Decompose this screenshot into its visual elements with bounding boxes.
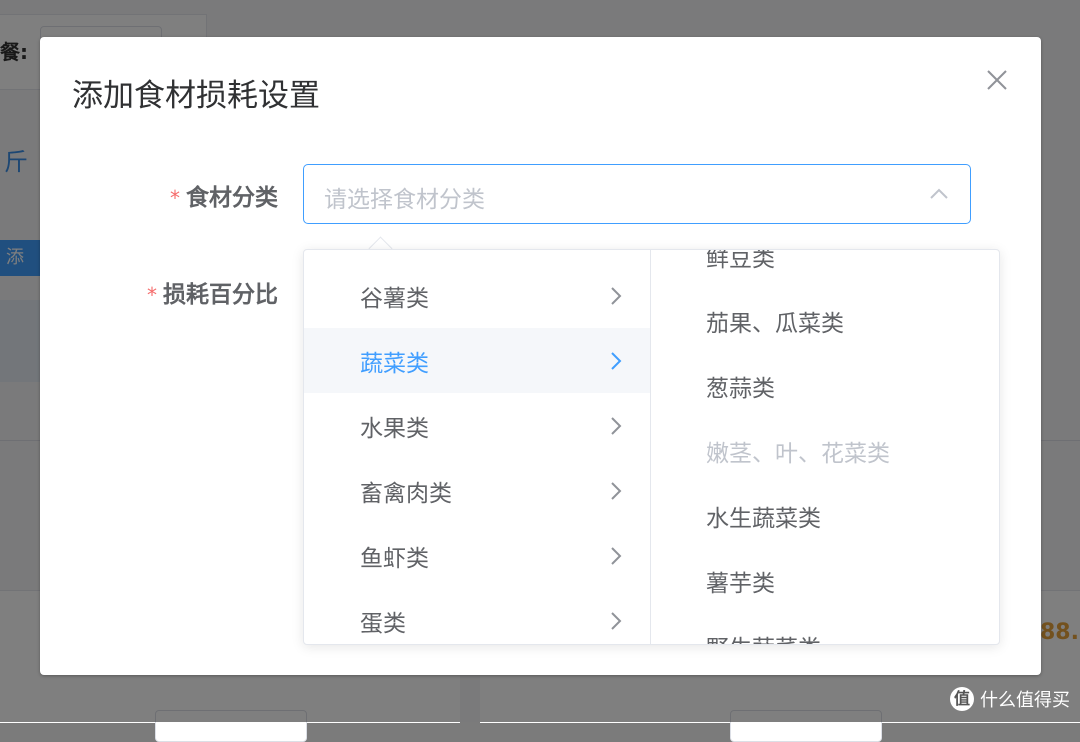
cascader-subitem[interactable]: 茄果、瓜菜类: [651, 288, 999, 353]
cascader-item-label: 畜禽肉类: [360, 481, 452, 507]
cascader-subitem-label: 水生蔬菜类: [706, 506, 821, 532]
cascader-item-label: 谷薯类: [360, 286, 429, 312]
cascader-item-fruits[interactable]: 水果类: [304, 393, 650, 458]
cascader-subitem-label: 鲜豆类: [706, 250, 775, 272]
category-label-text: 食材分类: [186, 185, 278, 211]
cascader-subitem-label: 葱蒜类: [706, 376, 775, 402]
chevron-right-icon: [611, 612, 622, 630]
cascader-subitem[interactable]: 野生蔬菜类: [651, 613, 999, 644]
chevron-right-icon: [611, 352, 622, 370]
chevron-right-icon: [611, 417, 622, 435]
chevron-right-icon: [611, 287, 622, 305]
loss-field-label: * 损耗百分比: [147, 275, 278, 309]
watermark: 值 什么值得买: [950, 686, 1070, 712]
watermark-text: 什么值得买: [980, 690, 1070, 711]
cascader-item-vegetables[interactable]: 蔬菜类: [304, 328, 650, 393]
cascader-subitem[interactable]: 水生蔬菜类: [651, 483, 999, 548]
category-field-label: * 食材分类: [170, 178, 278, 212]
cascader-menu-level1[interactable]: 谷薯类 蔬菜类 水果类 畜禽肉类 鱼虾类 蛋类: [304, 250, 651, 644]
close-icon-glyph: [987, 70, 1007, 90]
cascader-item-grains[interactable]: 谷薯类: [304, 263, 650, 328]
cascader-subitem-label: 嫩茎、叶、花菜类: [706, 441, 890, 467]
watermark-logo: 值: [950, 687, 974, 711]
close-icon[interactable]: [982, 67, 1012, 97]
cascader-item-meat[interactable]: 畜禽肉类: [304, 458, 650, 523]
category-select[interactable]: 请选择食材分类: [303, 164, 971, 224]
cascader-item-label: 蛋类: [360, 611, 406, 637]
loss-label-text: 损耗百分比: [163, 282, 278, 308]
chevron-right-icon: [611, 482, 622, 500]
cascader-item-eggs[interactable]: 蛋类: [304, 588, 650, 644]
cascader-item-fish-shrimp[interactable]: 鱼虾类: [304, 523, 650, 588]
category-cascader-dropdown: 谷薯类 蔬菜类 水果类 畜禽肉类 鱼虾类 蛋类 鲜豆类 茄果、瓜菜类 葱蒜类 嫩…: [303, 249, 1000, 645]
cascader-subitem-label: 茄果、瓜菜类: [706, 311, 844, 337]
cascader-menu-level2[interactable]: 鲜豆类 茄果、瓜菜类 葱蒜类 嫩茎、叶、花菜类 水生蔬菜类 薯芋类 野生蔬菜类: [651, 250, 999, 644]
cascader-subitem[interactable]: 鲜豆类: [651, 250, 999, 288]
cascader-item-label: 蔬菜类: [360, 351, 429, 377]
chevron-right-icon: [611, 547, 622, 565]
required-mark: *: [147, 283, 157, 307]
chevron-up-icon: [930, 188, 948, 199]
cascader-subitem-label: 薯芋类: [706, 571, 775, 597]
cascader-item-label: 鱼虾类: [360, 546, 429, 572]
required-mark: *: [170, 186, 180, 210]
cascader-subitem[interactable]: 薯芋类: [651, 548, 999, 613]
dialog-title: 添加食材损耗设置: [72, 78, 320, 114]
cascader-item-label: 水果类: [360, 416, 429, 442]
cascader-subitem[interactable]: 葱蒜类: [651, 353, 999, 418]
cascader-subitem: 嫩茎、叶、花菜类: [651, 418, 999, 483]
category-select-placeholder: 请选择食材分类: [324, 187, 485, 213]
cascader-subitem-label: 野生蔬菜类: [706, 629, 821, 644]
